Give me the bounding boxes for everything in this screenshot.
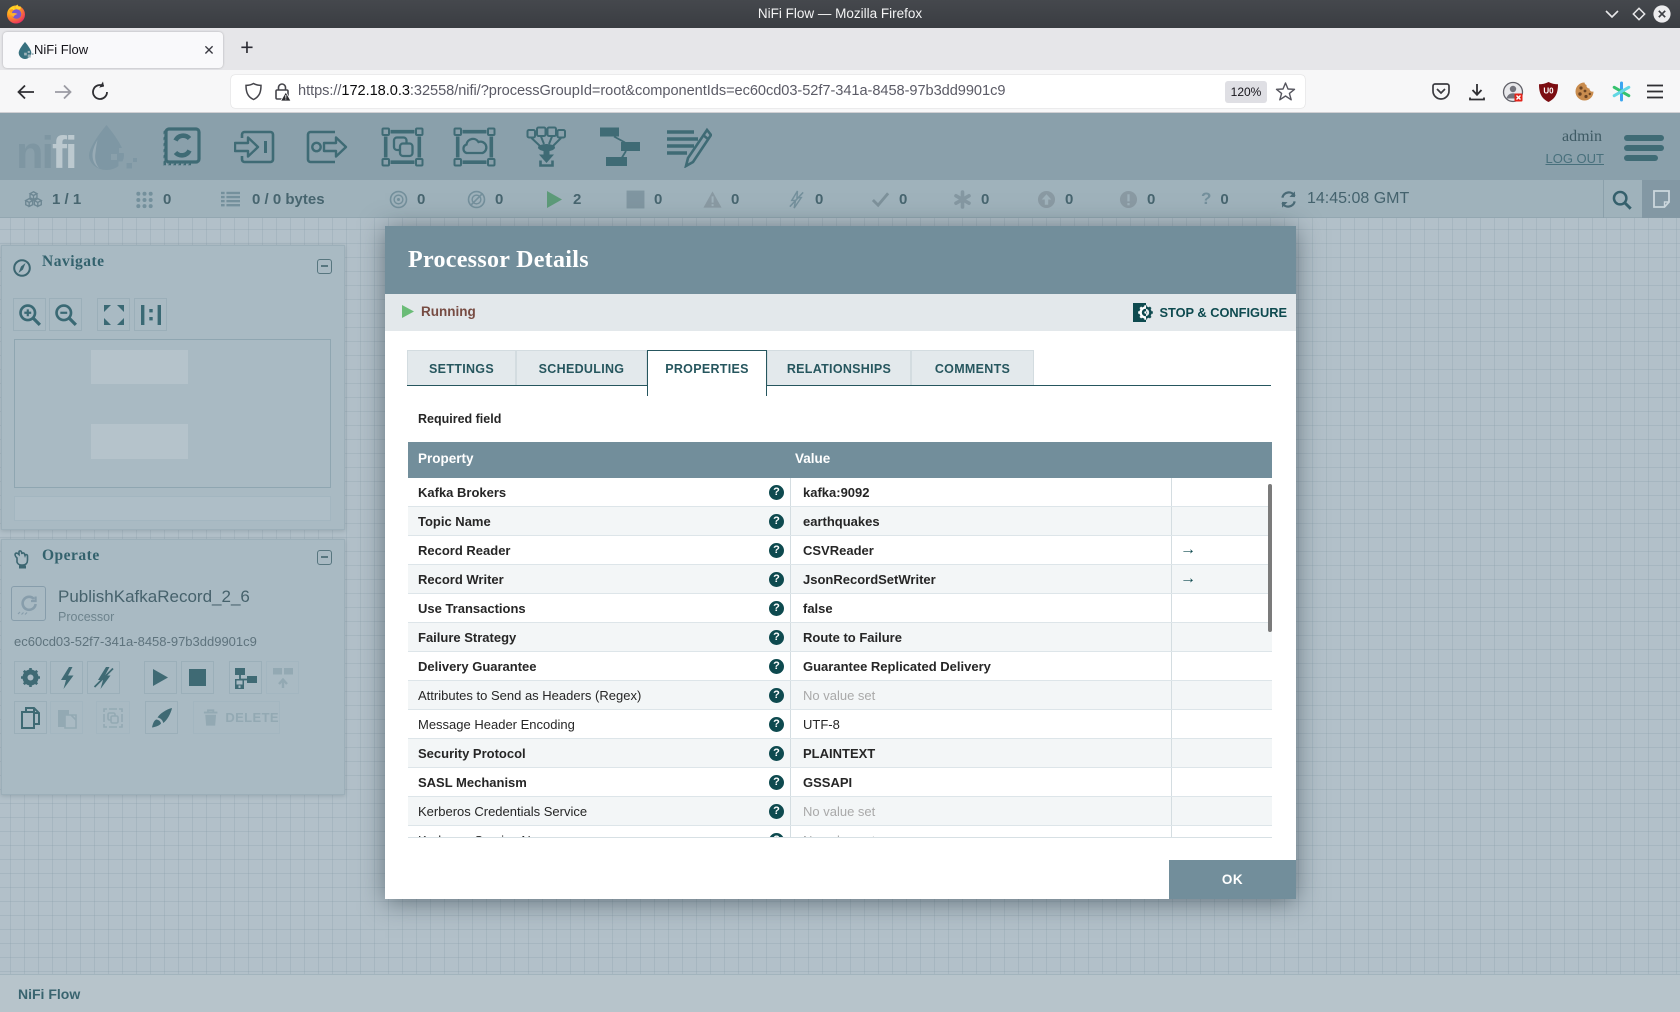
svg-text:!: ! [285,95,287,102]
svg-text:U0: U0 [1543,87,1554,96]
